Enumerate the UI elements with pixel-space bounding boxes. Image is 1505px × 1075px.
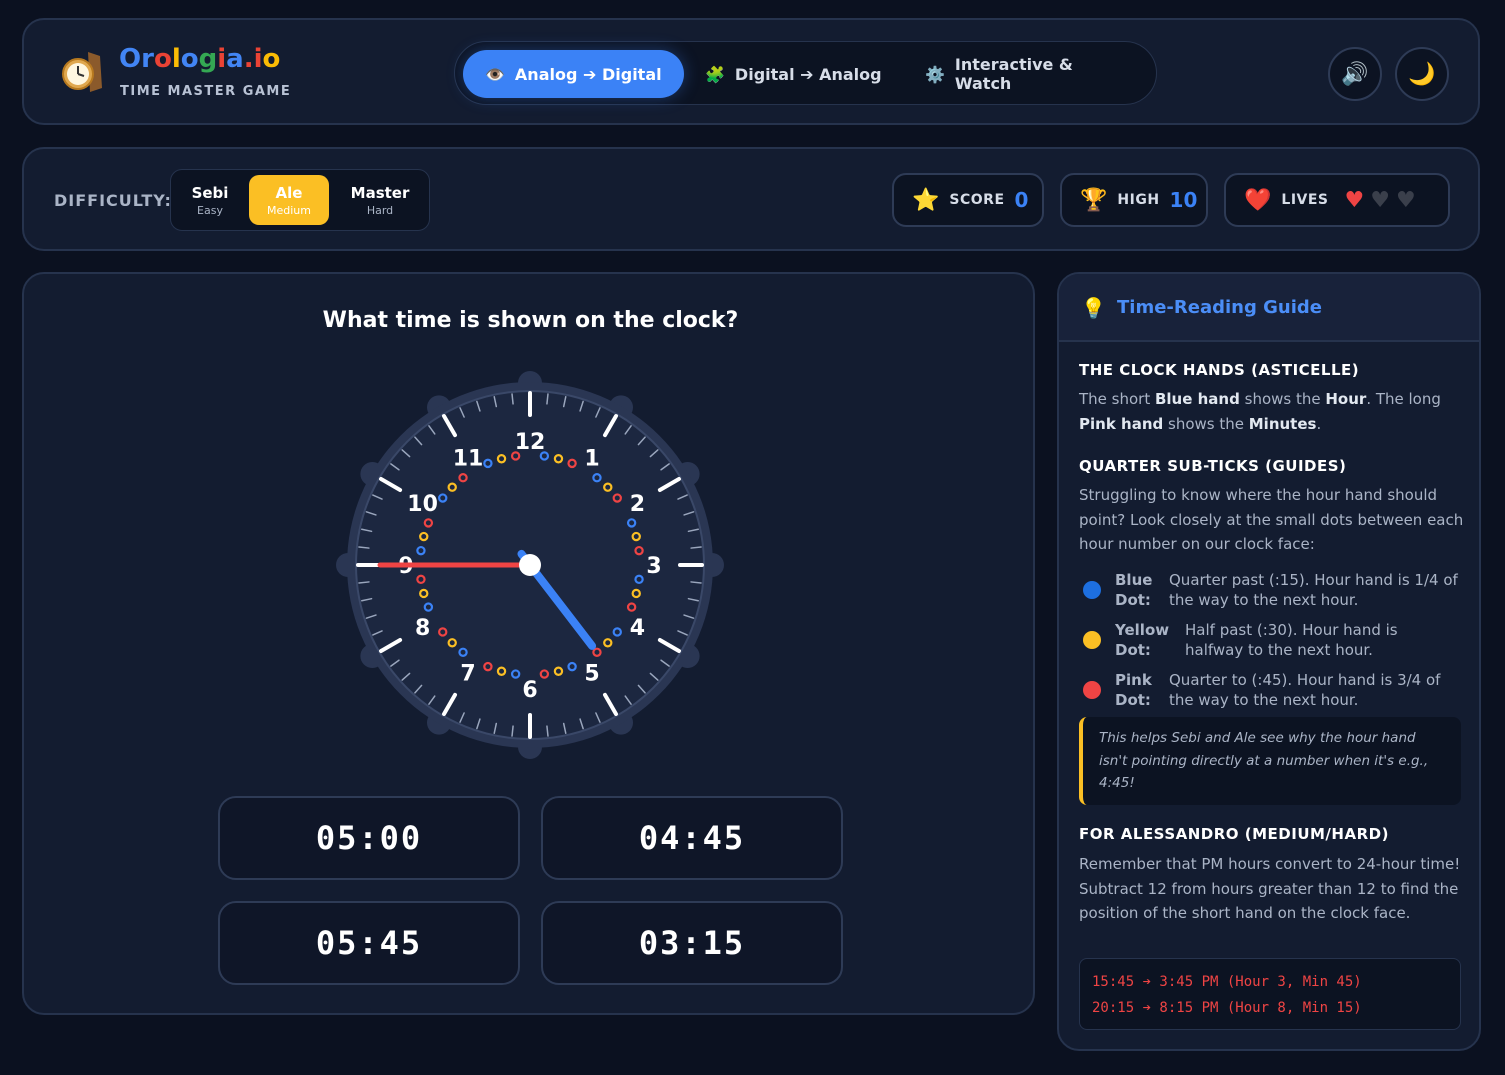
score-display: ⭐ SCORE 0 xyxy=(892,173,1044,227)
life-heart-icon: ♥ xyxy=(1344,187,1365,213)
difficulty-hard-button[interactable]: Master Hard xyxy=(335,175,425,225)
speaker-icon: 🔊 xyxy=(1341,61,1369,87)
clock-number: 5 xyxy=(584,661,599,686)
heart-icon: ❤️ xyxy=(1244,187,1272,213)
analog-clock: 121234567891011 xyxy=(336,371,724,759)
blue-dot-icon xyxy=(1083,581,1101,599)
gear-icon: ⚙️ xyxy=(925,64,945,84)
tab-analog-to-digital[interactable]: 👁️ Analog ➔ Digital xyxy=(463,50,684,98)
puzzle-icon: 🧩 xyxy=(705,64,725,84)
header-bar: Orologia.io TIME MASTER GAME 👁️ Analog ➔… xyxy=(22,18,1480,125)
section-heading: THE CLOCK HANDS (ASTICELLE) xyxy=(1079,361,1360,379)
answer-option-button[interactable]: 03:15 xyxy=(541,901,843,985)
legend-blue-dot: Blue Dot: Quarter past (:15). Hour hand i… xyxy=(1083,570,1468,610)
clock-number: 3 xyxy=(646,554,661,579)
lightbulb-icon: 💡 xyxy=(1081,296,1106,320)
answer-option-button[interactable]: 04:45 xyxy=(541,796,843,880)
score-value: 0 xyxy=(1014,188,1029,212)
tab-interactive-watch[interactable]: ⚙️ Interactive & Watch xyxy=(903,50,1156,98)
clock-number: 2 xyxy=(630,492,645,517)
clock-number: 1 xyxy=(584,447,599,472)
minute-tick xyxy=(511,725,514,737)
clock-number: 6 xyxy=(522,678,537,703)
time-reading-guide: 💡 Time-Reading Guide THE CLOCK HANDS (AS… xyxy=(1057,272,1481,1051)
question-title: What time is shown on the clock? xyxy=(322,308,739,333)
difficulty-easy-button[interactable]: Sebi Easy xyxy=(176,175,244,225)
answer-option-button[interactable]: 05:45 xyxy=(218,901,520,985)
section-text: Remember that PM hours convert to 24-hou… xyxy=(1079,855,1461,922)
difficulty-label: DIFFICULTY: xyxy=(54,191,172,210)
difficulty-medium-button[interactable]: Ale Medium xyxy=(249,175,329,225)
clock-number: 11 xyxy=(453,447,484,472)
game-panel: What time is shown on the clock? 12 1 2 3 4 5… xyxy=(22,272,1035,1015)
section-heading: FOR ALESSANDRO (MEDIUM/HARD) xyxy=(1079,825,1389,843)
clock-number: 8 xyxy=(415,616,430,641)
minute-tick xyxy=(690,581,702,584)
high-score-display: 🏆 HIGH 10 xyxy=(1060,173,1208,227)
trophy-icon: 🏆 xyxy=(1080,187,1108,213)
lives-display: ❤️ LIVES ♥ ♥ ♥ xyxy=(1224,173,1450,227)
answer-option-button[interactable]: 05:00 xyxy=(218,796,520,880)
status-toolbar: DIFFICULTY: Sebi Easy Ale Medium Master … xyxy=(22,147,1480,251)
guide-header: 💡 Time-Reading Guide xyxy=(1059,274,1479,342)
minute-tick xyxy=(358,546,370,549)
code-line: 20:15 ➔ 8:15 PM (Hour 8, Min 15) xyxy=(1092,1000,1362,1016)
code-line: 15:45 ➔ 3:45 PM (Hour 3, Min 45) xyxy=(1092,974,1362,990)
minute-tick xyxy=(511,393,514,405)
star-icon: ⭐ xyxy=(912,187,940,213)
clock-number: 4 xyxy=(630,616,645,641)
section-text: The short Blue hand shows the Hour. The … xyxy=(1079,390,1441,433)
section-text: Struggling to know where the hour hand s… xyxy=(1079,486,1464,553)
difficulty-selector: Sebi Easy Ale Medium Master Hard xyxy=(170,169,430,231)
moon-icon: 🌙 xyxy=(1408,61,1436,87)
app-subtitle: TIME MASTER GAME xyxy=(120,84,292,99)
eye-icon: 👁️ xyxy=(485,64,505,84)
legend-pink-dot: Pink Dot: Quarter to (:45). Hour hand is … xyxy=(1083,670,1468,710)
guide-note: This helps Sebi and Ale see why the hour… xyxy=(1079,717,1461,805)
life-heart-icon: ♥ xyxy=(1370,187,1390,213)
clock-number: 7 xyxy=(460,661,475,686)
clock-number: 12 xyxy=(515,430,546,455)
stopwatch-logo-icon xyxy=(62,52,102,92)
life-heart-icon: ♥ xyxy=(1396,187,1416,213)
legend-yellow-dot: Yellow Dot: Half past (:30). Hour hand is… xyxy=(1083,620,1468,660)
high-score-value: 10 xyxy=(1169,188,1198,212)
minute-tick xyxy=(358,581,370,584)
yellow-dot-icon xyxy=(1083,631,1101,649)
minute-tick xyxy=(546,393,549,405)
minute-tick xyxy=(690,546,702,549)
guide-title: Time-Reading Guide xyxy=(1117,297,1322,318)
conversion-examples: 15:45 ➔ 3:45 PM (Hour 3, Min 45) 20:15 ➔… xyxy=(1079,958,1461,1030)
theme-toggle-button[interactable]: 🌙 xyxy=(1395,47,1449,101)
pink-dot-icon xyxy=(1083,681,1101,699)
clock-number: 10 xyxy=(407,492,438,517)
minute-tick xyxy=(546,725,549,737)
sound-toggle-button[interactable]: 🔊 xyxy=(1328,47,1382,101)
app-logo-text: Orologia.io xyxy=(119,44,281,74)
clock-center-pin xyxy=(519,554,541,576)
mode-tabs: 👁️ Analog ➔ Digital 🧩 Digital ➔ Analog ⚙… xyxy=(454,41,1157,105)
section-heading: QUARTER SUB-TICKS (GUIDES) xyxy=(1079,457,1347,475)
tab-digital-to-analog[interactable]: 🧩 Digital ➔ Analog xyxy=(683,50,904,98)
